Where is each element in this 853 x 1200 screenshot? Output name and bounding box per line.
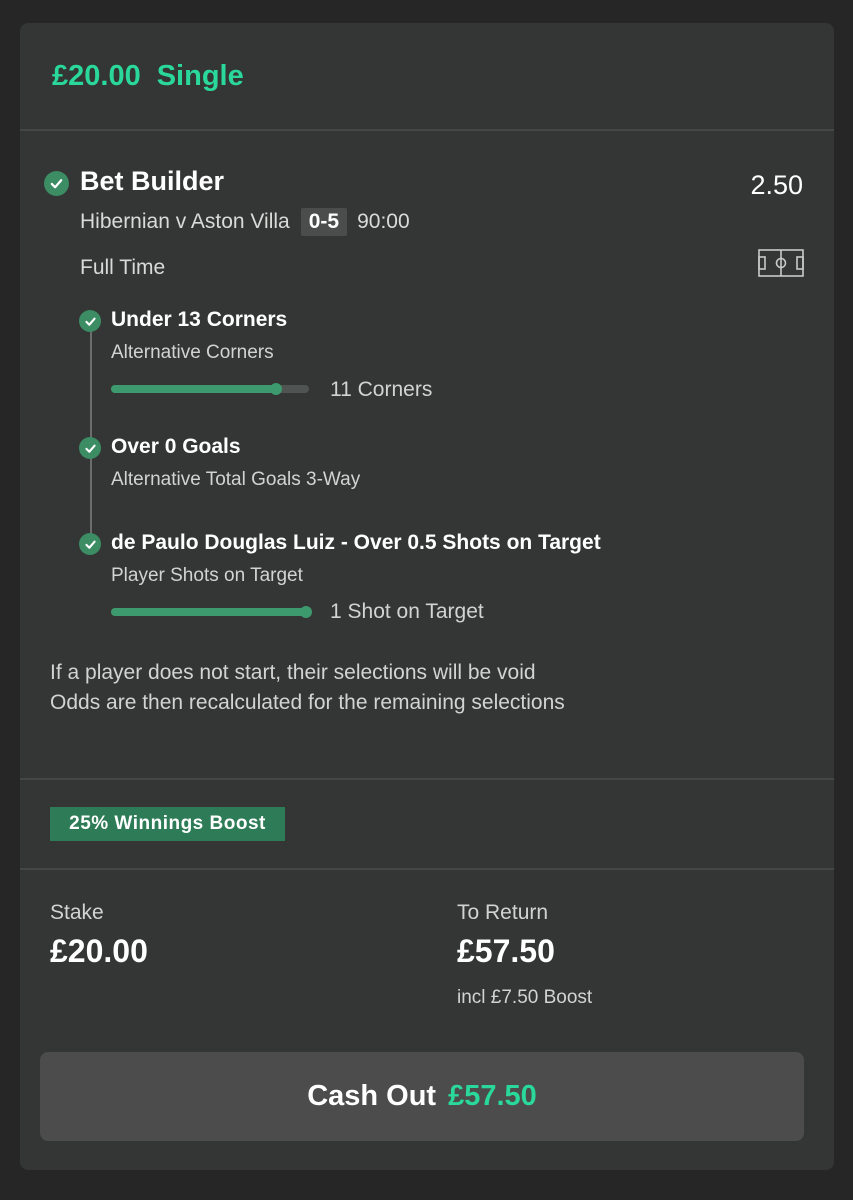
fixture-time: 90:00 <box>357 210 410 233</box>
void-note-line: Odds are then recalculated for the remai… <box>50 691 565 714</box>
fixture-score: 0-5 <box>300 208 348 236</box>
progress-bar <box>111 383 309 395</box>
return-label: To Return <box>457 901 549 924</box>
leg-subtitle: Alternative Corners <box>111 342 274 363</box>
check-circle-icon <box>44 171 69 196</box>
leg-title: Under 13 Corners <box>111 308 288 331</box>
leg-title: Over 0 Goals <box>111 435 241 458</box>
void-note: If a player does not start, their select… <box>50 658 565 718</box>
bet-card: £20.00 Single Bet Builder 2.50 Hibernian… <box>20 23 834 1170</box>
leg-subtitle: Player Shots on Target <box>111 565 303 586</box>
progress-label: 1 Shot on Target <box>330 600 484 623</box>
check-circle-icon <box>79 310 101 332</box>
cash-out-value: £57.50 <box>448 1080 537 1112</box>
header-stake: £20.00 <box>52 59 141 92</box>
leg-title: de Paulo Douglas Luiz - Over 0.5 Shots o… <box>111 531 601 554</box>
divider <box>20 778 834 780</box>
pitch-icon[interactable] <box>758 249 804 282</box>
cash-out-button[interactable]: Cash Out £57.50 <box>40 1052 804 1141</box>
progress-fill <box>111 606 312 618</box>
check-circle-icon <box>79 437 101 459</box>
boost-note: incl £7.50 Boost <box>457 987 593 1008</box>
stake-value: £20.00 <box>50 933 148 969</box>
progress-bar <box>111 606 312 618</box>
fixture-teams: Hibernian v Aston Villa <box>80 210 290 233</box>
return-value: £57.50 <box>457 933 555 969</box>
header-bet-type: Single <box>156 59 244 92</box>
leg-subtitle: Alternative Total Goals 3-Way <box>111 469 361 490</box>
fixture-info: Hibernian v Aston Villa 0-5 90:00 <box>80 208 410 236</box>
bet-header: £20.00 Single <box>20 23 834 131</box>
bet-builder-title: Bet Builder <box>80 166 225 196</box>
cash-out-label: Cash Out <box>307 1080 437 1112</box>
market-period: Full Time <box>80 256 166 279</box>
void-note-line: If a player does not start, their select… <box>50 661 536 684</box>
stake-label: Stake <box>50 901 104 924</box>
check-circle-icon <box>79 533 101 555</box>
boost-badge: 25% Winnings Boost <box>50 807 285 841</box>
bet-odds: 2.50 <box>750 170 803 200</box>
divider <box>20 868 834 870</box>
legs-connector-line <box>90 323 92 545</box>
progress-fill <box>111 383 283 395</box>
progress-label: 11 Corners <box>330 378 433 401</box>
